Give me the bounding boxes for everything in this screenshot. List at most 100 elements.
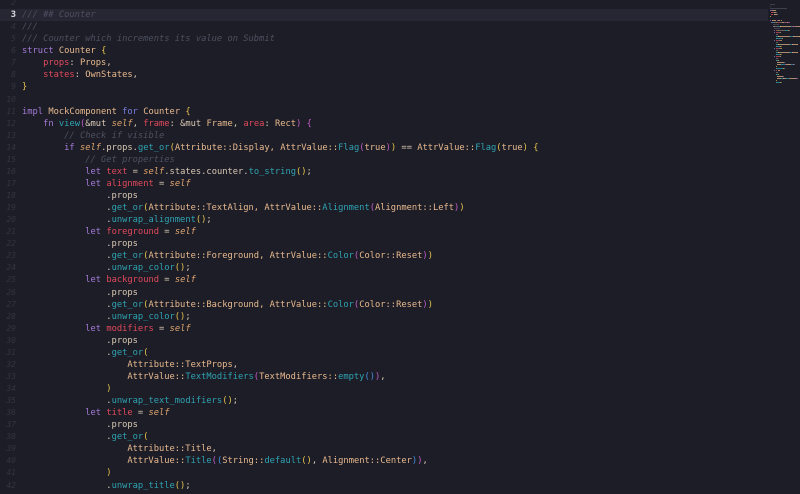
code-text: .props [22, 287, 138, 299]
code-text: // Get properties [22, 154, 175, 166]
code-line[interactable]: 21 let foreground = self [0, 226, 770, 238]
code-token: = [153, 178, 170, 189]
code-line[interactable]: 19 .get_or(Attribute::TextAlign, AttrVal… [0, 202, 770, 214]
code-line[interactable]: 6 struct Counter { [0, 45, 770, 57]
code-line[interactable]: 38 .get_or( [0, 431, 770, 443]
code-text: let text = self.states.counter.to_string… [22, 166, 312, 178]
code-line[interactable]: 40 AttrValue::Title((String::default(), … [0, 455, 770, 467]
code-line[interactable]: 20 .unwrap_alignment(); [0, 214, 770, 226]
code-line[interactable]: 37 .props [0, 419, 770, 431]
code-line[interactable]: 33 AttrValue::TextModifiers(TextModifier… [0, 371, 770, 383]
code-token: Flag [475, 142, 497, 153]
minimap-mark [778, 52, 791, 53]
code-line[interactable]: 35 .unwrap_text_modifiers(); [0, 395, 770, 407]
code-line[interactable]: 12 fn view(&mut self, frame: &mut Frame,… [0, 118, 770, 130]
code-token: . [22, 203, 112, 214]
minimap-mark [775, 34, 778, 35]
minimap-mark [775, 66, 777, 67]
line-number: 34 [6, 384, 16, 393]
code-token: Alignment::Left [375, 203, 455, 214]
code-line[interactable]: 5 /// Counter which increments its value … [0, 33, 770, 45]
minimap[interactable] [768, 0, 800, 494]
code-line[interactable]: 14 if self.props.get_or(Attribute::Displ… [0, 142, 770, 154]
code-line[interactable]: 30 .props [0, 335, 770, 347]
code-token: if [64, 142, 75, 153]
code-text: .props [22, 335, 138, 347]
minimap-mark [771, 20, 777, 21]
minimap-mark [775, 80, 777, 81]
minimap-mark [770, 16, 771, 17]
code-token: to_string [248, 166, 296, 177]
code-text: .unwrap_color(); [22, 311, 190, 323]
code-line[interactable]: 34 ) [0, 383, 770, 395]
code-line[interactable]: 29 let modifiers = self [0, 323, 770, 335]
code-text: .unwrap_color(); [22, 262, 190, 274]
code-line[interactable]: 28 .unwrap_color(); [0, 311, 770, 323]
code-token: = [153, 323, 170, 334]
code-token: view [58, 118, 80, 129]
code-line[interactable]: 15 // Get properties [0, 154, 770, 166]
code-line[interactable]: 16 let text = self.states.counter.to_str… [0, 166, 770, 178]
code-line[interactable]: 8 states: OwnStates, [0, 69, 770, 81]
code-token: ( [143, 432, 149, 443]
code-line[interactable]: 23 .get_or(Attribute::Foreground, AttrVa… [0, 250, 770, 262]
code-token: MockComponent [48, 106, 117, 117]
code-line[interactable]: 10 [0, 94, 770, 106]
code-line[interactable]: 27 .get_or(Attribute::Background, AttrVa… [0, 299, 770, 311]
line-number: 27 [6, 299, 16, 309]
code-token: Alignment [322, 203, 370, 214]
line-number: 36 [6, 408, 16, 418]
code-token: Rect [274, 118, 297, 129]
code-line[interactable]: 17 let alignment = self [0, 178, 770, 190]
code-token: Title [185, 456, 212, 467]
code-line[interactable]: 24 .unwrap_color(); [0, 262, 770, 274]
code-line[interactable]: 42 .unwrap_title(); [0, 480, 770, 492]
code-line[interactable]: 3 /// ## Counter [0, 9, 770, 22]
code-line[interactable]: 36 let title = self [0, 407, 770, 419]
code-token: , [132, 118, 144, 129]
code-line[interactable]: 2 [0, 0, 770, 9]
minimap-mark [778, 36, 790, 37]
code-token: .props [22, 191, 138, 201]
code-token: ; [185, 480, 191, 491]
code-line[interactable]: 13 // Check if visible [0, 130, 770, 142]
code-line[interactable]: 32 Attribute::TextProps, [0, 359, 770, 371]
code-token: self [174, 227, 196, 238]
code-token: unwrap_color [111, 263, 175, 274]
code-token: .props [22, 420, 138, 431]
minimap-mark [780, 46, 782, 47]
code-line[interactable]: 22 .props [0, 238, 770, 250]
code-line[interactable]: 31 .get_or( [0, 347, 770, 359]
line-number: 25 [6, 275, 16, 285]
code-token: { [533, 142, 539, 153]
minimap-mark [780, 26, 791, 27]
code-text: } [22, 81, 27, 93]
code-token: } [22, 82, 28, 93]
code-token: { [101, 46, 107, 57]
line-number: 2 [11, 0, 16, 7]
code-line[interactable]: 11 impl MockComponent for Counter { [0, 106, 770, 118]
code-editor[interactable]: 2 3/// ## Counter 4///5/// Counter which i… [0, 0, 770, 492]
code-line[interactable]: 18 .props [0, 190, 770, 202]
code-line[interactable]: 39 Attribute::Title, [0, 443, 770, 455]
code-token: , [422, 456, 428, 467]
code-line[interactable]: 41 ) [0, 467, 770, 479]
code-text: fn view(&mut self, frame: &mut Frame, ar… [22, 118, 312, 130]
code-line[interactable]: 26 .props [0, 287, 770, 299]
line-number: 22 [6, 239, 16, 249]
code-token: Counter [58, 46, 96, 57]
code-token: self [148, 408, 170, 419]
code-line[interactable]: 9} [0, 81, 770, 93]
code-line[interactable]: 4 /// [0, 21, 770, 33]
code-token: /// Counter which increments its value o… [22, 34, 275, 45]
line-number: 3 [10, 10, 16, 21]
code-line[interactable]: 25 let background = self [0, 274, 770, 286]
line-number: 29 [6, 323, 16, 333]
code-line[interactable]: 7 props: Props, [0, 57, 770, 69]
code-token: unwrap_alignment [111, 215, 196, 226]
minimap-mark [780, 54, 782, 55]
